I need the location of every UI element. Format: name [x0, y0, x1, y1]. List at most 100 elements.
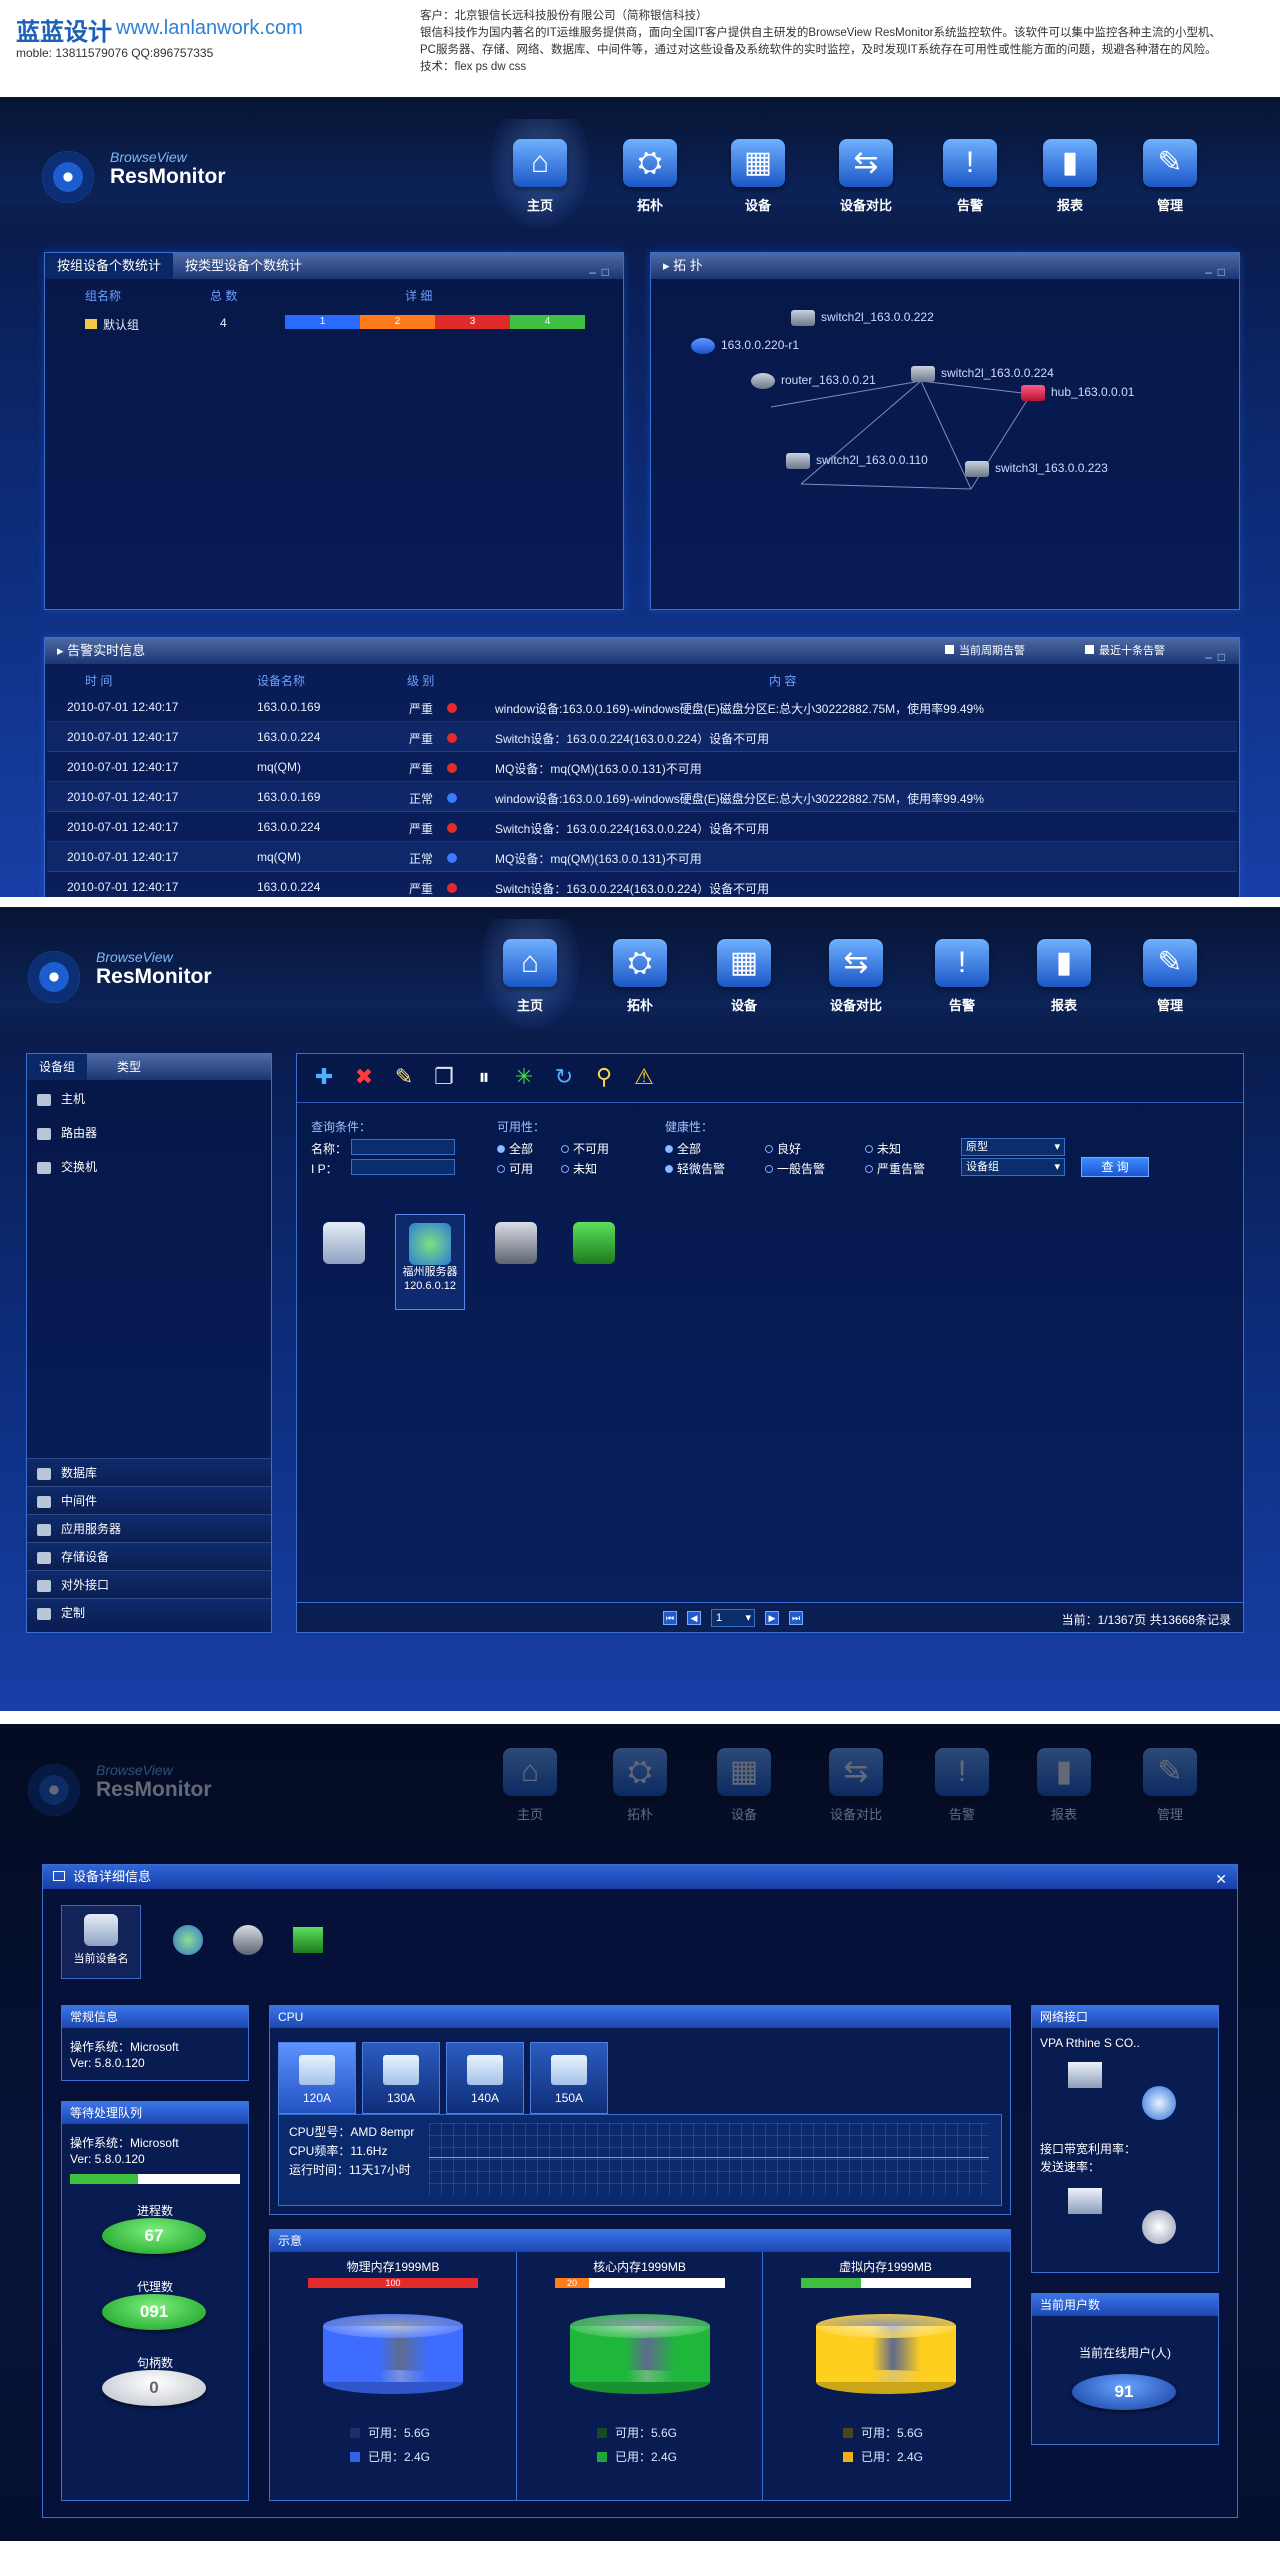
cpu-tab[interactable]: 120A — [278, 2042, 356, 2114]
query-button[interactable]: 查 询 — [1081, 1157, 1149, 1177]
nav-topology[interactable]: ⛭ 拓朴 — [590, 919, 690, 1029]
sidebar-item-middleware[interactable]: 中间件 — [27, 1486, 271, 1514]
topology-node[interactable]: switch2l_163.0.0.224 — [911, 366, 1054, 382]
device-tile-selected[interactable]: 福州服务器 120.6.0.12 — [395, 1214, 465, 1310]
cpu-tab-label: 130A — [386, 2091, 416, 2105]
health-unknown-radio[interactable]: 未知 — [865, 1140, 901, 1157]
device-tile[interactable] — [309, 1214, 379, 1310]
last-ten-option[interactable]: 最近十条告警 — [1085, 638, 1165, 664]
prev-page-icon[interactable]: ◀ — [687, 1611, 701, 1625]
panel-header: ▸ 拓 扑 –□ — [651, 253, 1239, 279]
nav-home[interactable]: ⌂ 主页 — [490, 119, 590, 229]
cpu-tab[interactable]: 140A — [446, 2042, 524, 2114]
sidebar-item-app-server[interactable]: 应用服务器 — [27, 1514, 271, 1542]
window-controls[interactable]: –□ — [1205, 644, 1231, 670]
topology-node[interactable]: switch2l_163.0.0.110 — [786, 453, 928, 469]
brand-site[interactable]: www.lanlanwork.com — [116, 17, 303, 40]
refresh-green-icon[interactable]: ✳ — [511, 1064, 537, 1090]
current-cycle-option[interactable]: 当前周期告警 — [945, 638, 1025, 664]
sidebar-item-interface[interactable]: 对外接口 — [27, 1570, 271, 1598]
nav-home[interactable]: ⌂ 主页 — [480, 919, 580, 1029]
sidebar-item-switch[interactable]: 交换机 — [37, 1158, 97, 1175]
globe-server-icon[interactable] — [173, 1925, 203, 1955]
nav-alarm[interactable]: ! 告警 — [920, 119, 1020, 229]
cpu-tab[interactable]: 150A — [530, 2042, 608, 2114]
network-card-icon[interactable] — [293, 1927, 323, 1953]
health-all-radio[interactable]: 全部 — [665, 1140, 701, 1157]
warning-icon[interactable]: ⚠ — [631, 1064, 657, 1090]
avail-up-radio[interactable]: 可用 — [497, 1160, 533, 1177]
sidebar-item-database[interactable]: 数据库 — [27, 1458, 271, 1486]
film-reel-icon[interactable] — [233, 1925, 263, 1955]
window-controls[interactable]: –□ — [589, 259, 615, 285]
nav-compare[interactable]: ⇆ 设备对比 — [806, 919, 906, 1029]
health-minor-radio[interactable]: 轻微告警 — [665, 1160, 725, 1177]
memory-free-legend: 可用：5.6G — [843, 2424, 923, 2441]
topology-node[interactable]: hub_163.0.0.01 — [1021, 385, 1134, 401]
group-select[interactable]: 设备组 ▾ — [961, 1158, 1065, 1176]
cpu-tab[interactable]: 130A — [362, 2042, 440, 2114]
health-good-radio[interactable]: 良好 — [765, 1140, 801, 1157]
alarm-row[interactable]: 2010-07-01 12:40:17 163.0.0.169 严重 window设备… — [47, 692, 1237, 722]
device-tile[interactable] — [559, 1214, 629, 1310]
device-tile[interactable] — [481, 1214, 551, 1310]
copy-icon[interactable]: ❐ — [431, 1064, 457, 1090]
nav-admin[interactable]: ✎ 管理 — [1120, 919, 1220, 1029]
next-page-icon[interactable]: ▶ — [765, 1611, 779, 1625]
radio-icon — [865, 1165, 873, 1173]
first-page-icon[interactable]: ⏮ — [663, 1611, 677, 1625]
alarm-icon: ! — [935, 1748, 989, 1796]
alarm-device: 163.0.0.169 — [257, 790, 321, 804]
health-severe-radio[interactable]: 严重告警 — [865, 1160, 925, 1177]
search-icon[interactable]: ⚲ — [591, 1064, 617, 1090]
avail-down-radio[interactable]: 不可用 — [561, 1140, 609, 1157]
nav-devices[interactable]: ▦ 设备 — [694, 919, 794, 1029]
sidebar-item-storage[interactable]: 存储设备 — [27, 1542, 271, 1570]
radio-label: 未知 — [877, 1142, 902, 1156]
group-row-name[interactable]: 默认组 — [85, 316, 139, 333]
nav-alarm[interactable]: ! 告警 — [912, 919, 1012, 1029]
avail-all-radio[interactable]: 全部 — [497, 1140, 533, 1157]
topology-node[interactable]: 163.0.0.220-r1 — [691, 338, 799, 354]
alarm-row[interactable]: 2010-07-01 12:40:17 163.0.0.224 严重 Switch设备… — [47, 722, 1237, 752]
last-page-icon[interactable]: ⏭ — [789, 1611, 803, 1625]
nav-report[interactable]: ▮ 报表 — [1020, 119, 1120, 229]
prototype-select[interactable]: 原型 ▾ — [961, 1138, 1065, 1156]
add-icon[interactable]: ✚ — [311, 1064, 337, 1090]
nav-admin[interactable]: ✎ 管理 — [1120, 119, 1220, 229]
nav-label: 管理 — [1156, 1807, 1183, 1822]
sidebar-item-host[interactable]: 主机 — [37, 1090, 85, 1107]
nav-compare[interactable]: ⇆ 设备对比 — [816, 119, 916, 229]
nav-label: 告警 — [948, 998, 975, 1013]
current-device-tile[interactable]: 当前设备名 — [61, 1905, 141, 1979]
switch-icon — [786, 453, 810, 469]
sidebar-item-custom[interactable]: 定制 — [27, 1598, 271, 1626]
alarm-row[interactable]: 2010-07-01 12:40:17 163.0.0.224 严重 Switch设备… — [47, 872, 1237, 897]
alarm-row[interactable]: 2010-07-01 12:40:17 163.0.0.169 正常 window设备… — [47, 782, 1237, 812]
nav-topology[interactable]: ⛭ 拓朴 — [600, 119, 700, 229]
nav-devices[interactable]: ▦ 设备 — [708, 119, 808, 229]
topology-node[interactable]: switch3l_163.0.0.223 — [965, 461, 1108, 477]
tab-device-group[interactable]: 设备组 — [27, 1054, 88, 1080]
name-input[interactable] — [351, 1139, 455, 1155]
ip-input[interactable] — [351, 1159, 455, 1175]
health-general-radio[interactable]: 一般告警 — [765, 1160, 825, 1177]
alarm-row[interactable]: 2010-07-01 12:40:17 mq(QM) 严重 MQ设备：mq(QM)(1… — [47, 752, 1237, 782]
alarm-row[interactable]: 2010-07-01 12:40:17 163.0.0.224 严重 Switch设备… — [47, 812, 1237, 842]
topology-node[interactable]: router_163.0.0.21 — [751, 373, 876, 389]
tab-type-count[interactable]: 按类型设备个数统计 — [173, 253, 314, 279]
reload-icon[interactable]: ↻ — [551, 1064, 577, 1090]
tab-group-count[interactable]: 按组设备个数统计 — [45, 253, 174, 279]
pause-icon[interactable]: ⏸ — [471, 1064, 497, 1090]
alarm-row[interactable]: 2010-07-01 12:40:17 mq(QM) 正常 MQ设备：mq(QM)(1… — [47, 842, 1237, 872]
tab-type[interactable]: 类型 — [87, 1054, 171, 1080]
avail-unknown-radio[interactable]: 未知 — [561, 1160, 597, 1177]
topology-node[interactable]: switch2l_163.0.0.222 — [791, 310, 934, 326]
sidebar-item-router[interactable]: 路由器 — [37, 1124, 97, 1141]
close-icon[interactable]: ✕ — [1215, 1867, 1227, 1891]
nav-report[interactable]: ▮ 报表 — [1014, 919, 1114, 1029]
memory-panel: 示意 物理内存1999MB 100 可用：5.6G 已用：2.4G 核心内存1999MB… — [269, 2229, 1011, 2501]
delete-icon[interactable]: ✖ — [351, 1064, 377, 1090]
page-select[interactable]: 1 ▾ — [711, 1609, 755, 1627]
edit-icon[interactable]: ✎ — [391, 1064, 417, 1090]
